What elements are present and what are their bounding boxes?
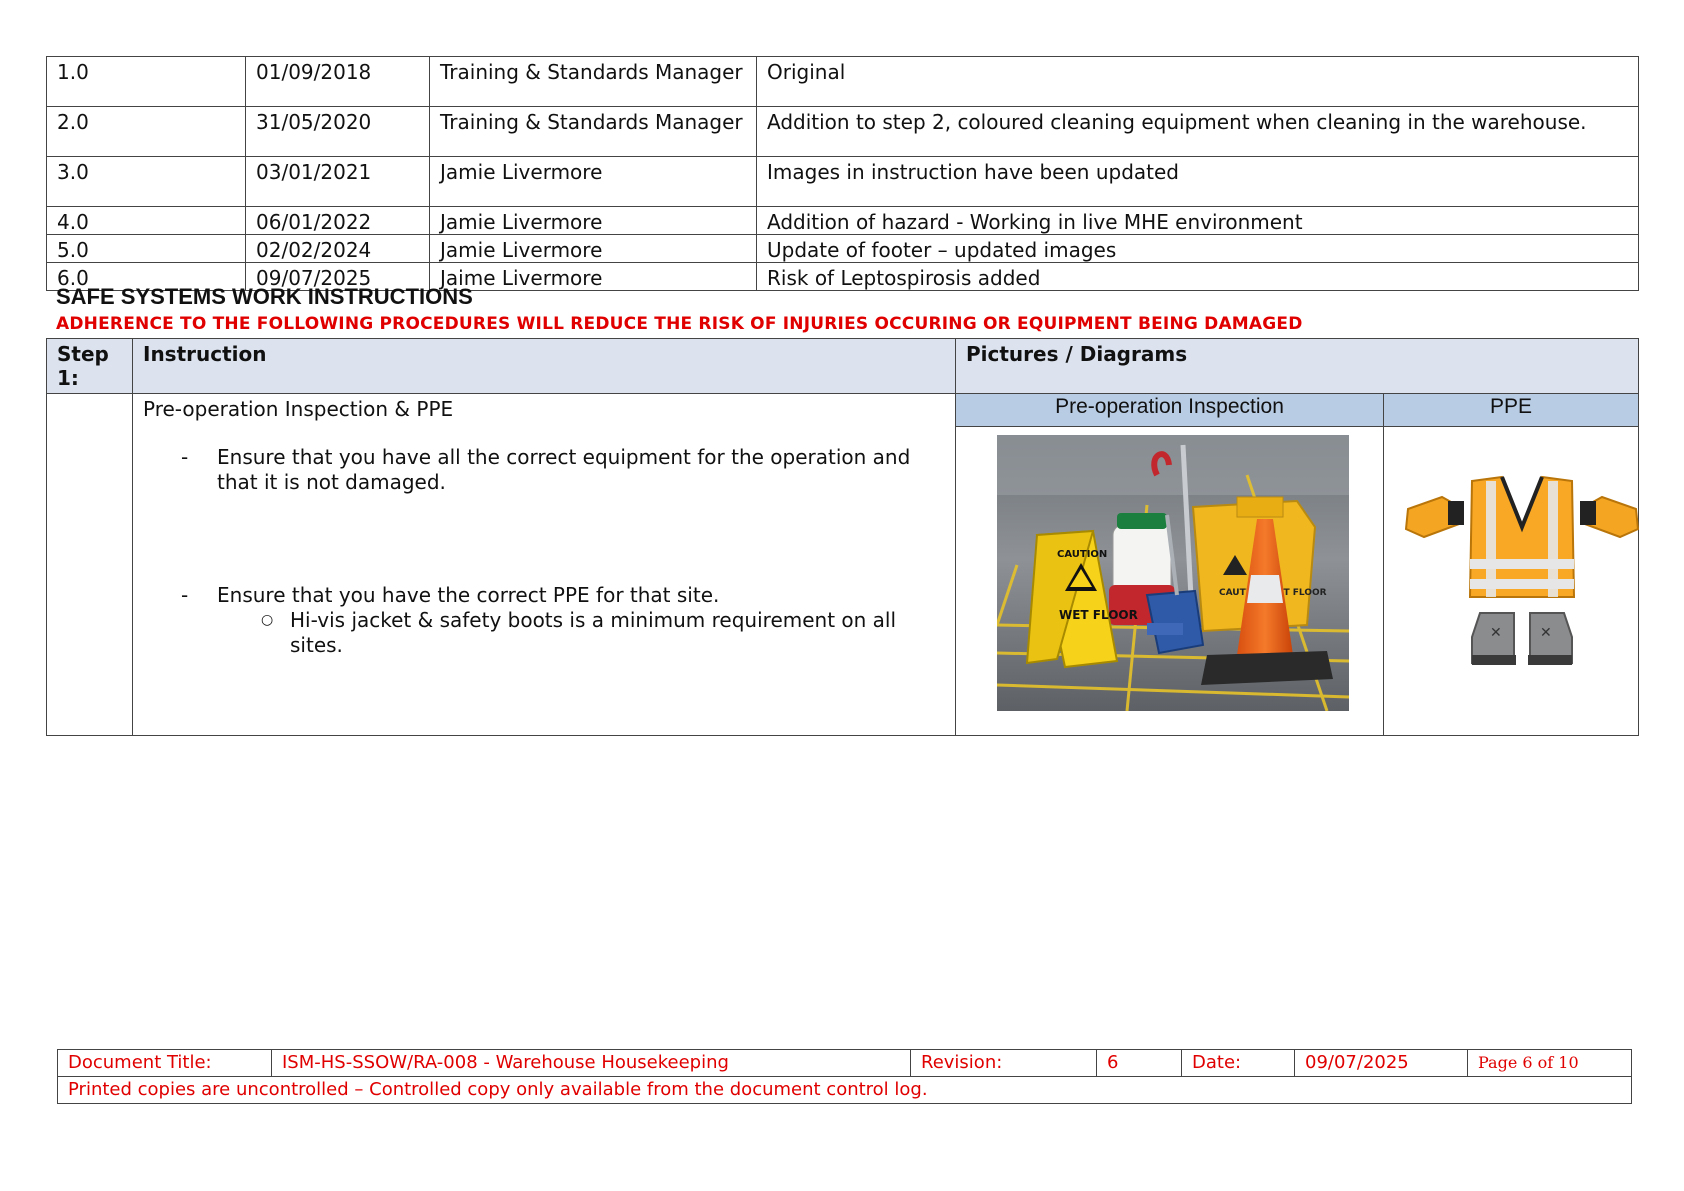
equipment-image-cell: CAUTION WET FLOOR xyxy=(956,426,1384,735)
change-cell: Risk of Leptospirosis added xyxy=(756,262,1639,291)
glove-left-icon xyxy=(1404,495,1464,539)
table-row: 4.0 06/01/2022 Jamie Livermore Addition … xyxy=(46,206,1639,235)
revision-history-table: 1.0 01/09/2018 Training & Standards Mana… xyxy=(46,56,1639,291)
bullet-ppe: Ensure that you have the correct PPE for… xyxy=(133,583,925,608)
revision-label: Revision: xyxy=(910,1049,1097,1077)
doc-title-value: ISM-HS-SSOW/RA-008 - Warehouse Housekeep… xyxy=(271,1049,911,1077)
author-cell: Jaime Livermore xyxy=(429,262,757,291)
version-cell: 4.0 xyxy=(46,206,246,235)
bullet-equipment: Ensure that you have all the correct equ… xyxy=(133,445,925,495)
date-label: Date: xyxy=(1181,1049,1295,1077)
change-cell: Original xyxy=(756,56,1639,107)
instruction-cell: Pre-operation Inspection & PPE Ensure th… xyxy=(132,393,956,736)
version-cell: 1.0 xyxy=(46,56,246,107)
author-cell: Jamie Livermore xyxy=(429,156,757,207)
wet-floor-label: WET FLOOR xyxy=(1059,608,1138,622)
page-number: Page 6 of 10 xyxy=(1467,1049,1632,1077)
hi-vis-vest-icon xyxy=(1468,475,1576,598)
version-cell: 5.0 xyxy=(46,234,246,263)
date-cell: 03/01/2021 xyxy=(245,156,430,207)
date-cell: 31/05/2020 xyxy=(245,106,430,157)
circle-bullet-icon: ○ xyxy=(261,612,274,628)
change-cell: Update of footer – updated images xyxy=(756,234,1639,263)
footer-row: Document Title: ISM-HS-SSOW/RA-008 - War… xyxy=(57,1049,1632,1077)
date-value: 09/07/2025 xyxy=(1294,1049,1468,1077)
caution-sign-label: CAUTION xyxy=(1057,549,1107,560)
author-cell: Jamie Livermore xyxy=(429,206,757,235)
pictures-header: Pictures / Diagrams xyxy=(955,338,1639,394)
step-header-row: Step 1: Instruction Pictures / Diagrams xyxy=(46,338,1639,394)
warning-banner: ADHERENCE TO THE FOLLOWING PROCEDURES WI… xyxy=(56,314,1303,334)
footer-row: Printed copies are uncontrolled – Contro… xyxy=(57,1076,1632,1104)
table-row: 3.0 03/01/2021 Jamie Livermore Images in… xyxy=(46,156,1639,207)
table-row: 5.0 02/02/2024 Jamie Livermore Update of… xyxy=(46,234,1639,263)
pictures-cell: Pre-operation Inspection PPE CAUTION FLO… xyxy=(955,393,1640,736)
table-row: 1.0 01/09/2018 Training & Standards Mana… xyxy=(46,56,1639,107)
ppe-image-cell: ✕ ✕ xyxy=(1384,427,1640,736)
cleaning-equipment-image: CAUTION WET FLOOR xyxy=(997,435,1349,711)
ppe-header: PPE xyxy=(1383,394,1638,427)
doc-title-label: Document Title: xyxy=(57,1049,272,1077)
step-content-row: Pre-operation Inspection & PPE Ensure th… xyxy=(46,393,1640,736)
step-label: Step 1: xyxy=(46,338,133,394)
instruction-title: Pre-operation Inspection & PPE xyxy=(143,397,454,421)
step-table: Step 1: Instruction Pictures / Diagrams … xyxy=(46,338,1640,736)
version-cell: 2.0 xyxy=(46,106,246,157)
sub-bullet-text: Hi-vis jacket & safety boots is a minimu… xyxy=(290,608,897,657)
pre-operation-inspection-header: Pre-operation Inspection xyxy=(956,394,1384,427)
section-heading: SAFE SYSTEMS WORK INSTRUCTIONS xyxy=(56,284,473,309)
glove-right-icon xyxy=(1580,495,1640,539)
author-cell: Training & Standards Manager xyxy=(429,56,757,107)
change-cell: Images in instruction have been updated xyxy=(756,156,1639,207)
date-cell: 01/09/2018 xyxy=(245,56,430,107)
sub-bullet-hivis: ○ Hi-vis jacket & safety boots is a mini… xyxy=(133,608,925,658)
date-cell: 02/02/2024 xyxy=(245,234,430,263)
author-cell: Training & Standards Manager xyxy=(429,106,757,157)
svg-text:✕: ✕ xyxy=(1490,625,1502,641)
author-cell: Jamie Livermore xyxy=(429,234,757,263)
pictures-subtable: Pre-operation Inspection PPE CAUTION FLO… xyxy=(956,394,1640,736)
change-cell: Addition of hazard - Working in live MHE… xyxy=(756,206,1639,235)
change-cell: Addition to step 2, coloured cleaning eq… xyxy=(756,106,1639,157)
step-number-cell xyxy=(46,393,133,736)
document-footer: Document Title: ISM-HS-SSOW/RA-008 - War… xyxy=(57,1049,1632,1104)
table-row: 2.0 31/05/2020 Training & Standards Mana… xyxy=(46,106,1639,157)
version-cell: 3.0 xyxy=(46,156,246,207)
printed-copies-note: Printed copies are uncontrolled – Contro… xyxy=(57,1076,1632,1104)
instruction-header: Instruction xyxy=(132,338,956,394)
ppe-image: ✕ ✕ xyxy=(1404,475,1640,665)
safety-boots-icon: ✕ ✕ xyxy=(1471,612,1573,665)
revision-value: 6 xyxy=(1096,1049,1182,1077)
date-cell: 06/01/2022 xyxy=(245,206,430,235)
svg-text:✕: ✕ xyxy=(1540,625,1552,641)
